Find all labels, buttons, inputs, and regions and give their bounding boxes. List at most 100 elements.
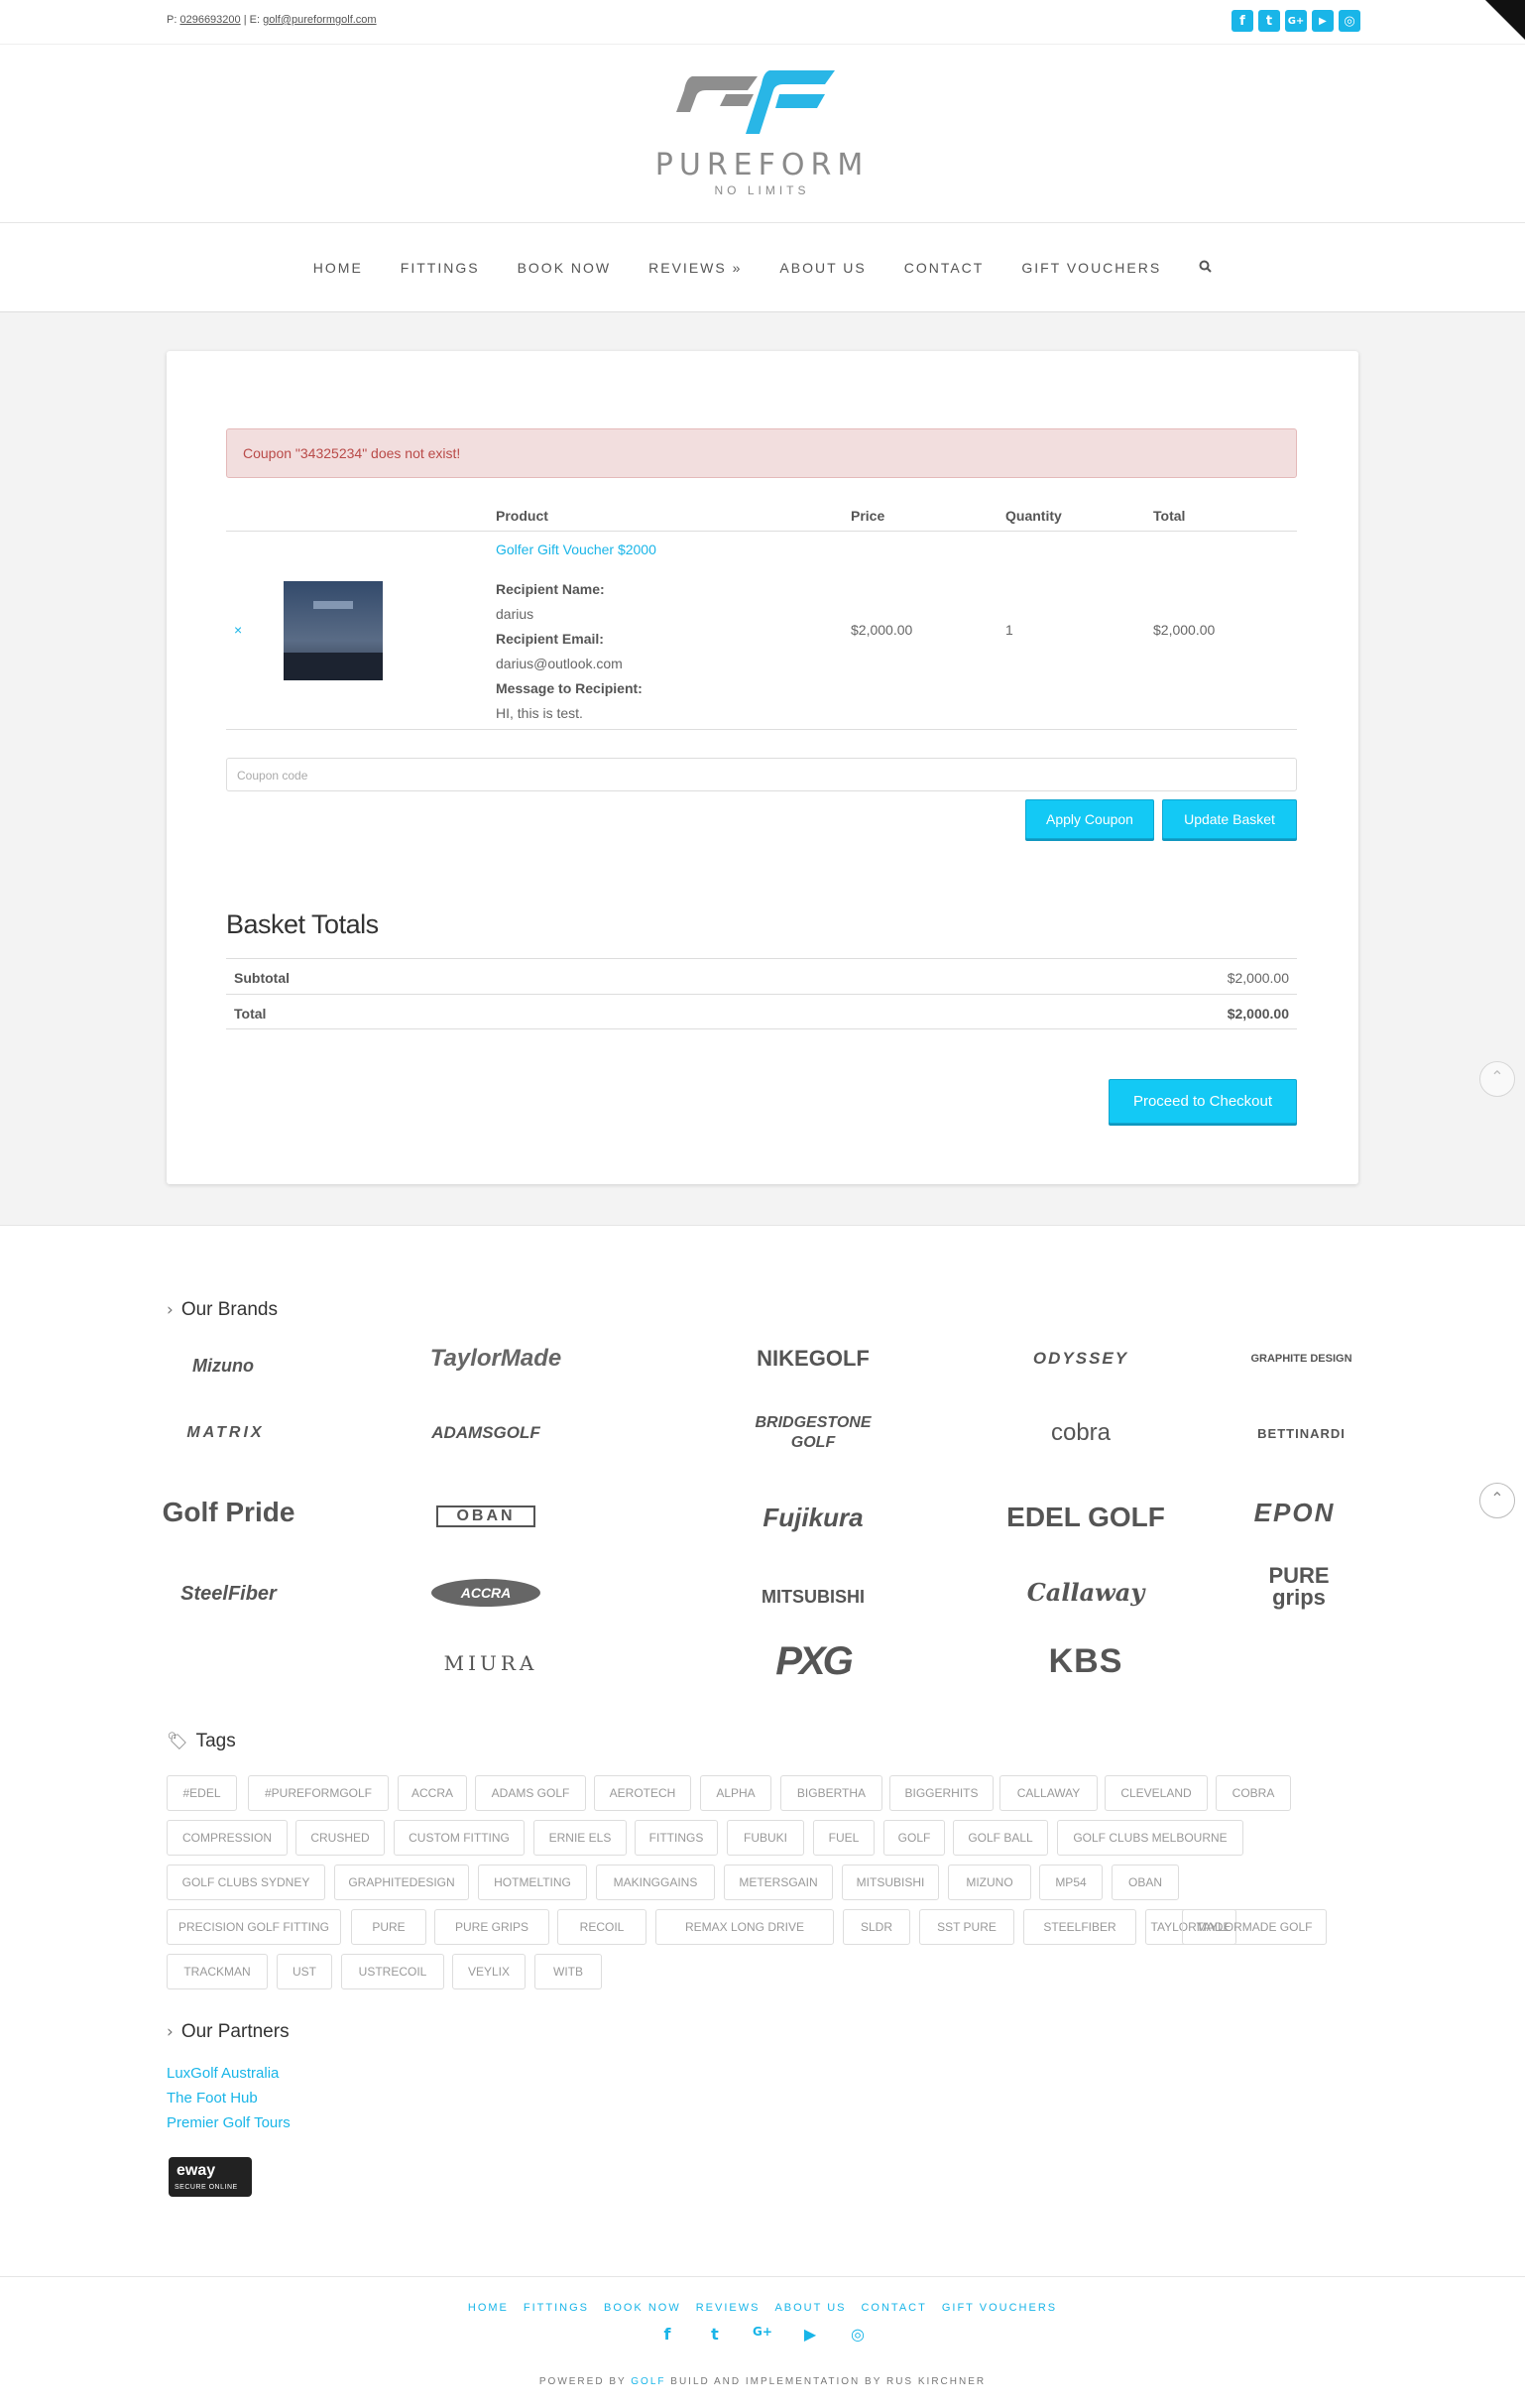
footer-nav-reviews[interactable]: REVIEWS [696, 2302, 761, 2314]
partner-link-premier-golf[interactable]: Premier Golf Tours [167, 2110, 291, 2135]
tag[interactable]: VEYLIX [452, 1954, 526, 1989]
brand-taylormade[interactable]: TaylorMade [407, 1334, 585, 1384]
twitter-icon[interactable]: t [705, 2325, 725, 2344]
brand-kbs[interactable]: KBS [1036, 1636, 1135, 1686]
proceed-to-checkout-button[interactable]: Proceed to Checkout [1109, 1079, 1297, 1124]
eway-secure-badge[interactable]: eway SECURE ONLINE [169, 2157, 252, 2197]
brand-odyssey[interactable]: ODYSSEY [1006, 1334, 1155, 1384]
nav-contact[interactable]: CONTACT [885, 260, 1003, 276]
brand-epon[interactable]: EPON [1228, 1488, 1361, 1537]
tag[interactable]: METERSGAIN [724, 1865, 833, 1900]
tag[interactable]: TRACKMAN [167, 1954, 268, 1989]
tag[interactable]: GOLF BALL [953, 1820, 1048, 1856]
youtube-icon[interactable]: ▶ [1312, 10, 1334, 32]
phone-link[interactable]: 0296693200 [179, 14, 240, 26]
tag[interactable]: STEELFIBER [1023, 1909, 1136, 1945]
tag[interactable]: SLDR [843, 1909, 910, 1945]
tag[interactable]: ALPHA [700, 1775, 771, 1811]
google-plus-icon[interactable]: G+ [1285, 10, 1307, 32]
tag[interactable]: REMAX LONG DRIVE [655, 1909, 834, 1945]
brand-edel[interactable]: EDEL GOLF [1006, 1493, 1165, 1542]
corner-toggle-icon[interactable] [1485, 0, 1525, 40]
facebook-icon[interactable]: f [657, 2325, 677, 2344]
nav-book-now[interactable]: BOOK NOW [499, 260, 631, 276]
brand-bettinardi[interactable]: BETTINARDI [1244, 1408, 1358, 1458]
tag[interactable]: ERNIE ELS [533, 1820, 627, 1856]
tag[interactable]: AEROTECH [594, 1775, 691, 1811]
tag[interactable]: BIGGERHITS [889, 1775, 994, 1811]
product-name-link[interactable]: Golfer Gift Voucher $2000 [496, 542, 656, 557]
partner-link-foot-hub[interactable]: The Foot Hub [167, 2086, 291, 2110]
footer-nav-contact[interactable]: CONTACT [861, 2302, 926, 2314]
google-plus-icon[interactable]: G+ [753, 2325, 772, 2344]
brand-steelfiber[interactable]: SteelFiber [167, 1569, 291, 1619]
brand-miura[interactable]: MIURA [426, 1638, 555, 1688]
tag[interactable]: ACCRA [398, 1775, 467, 1811]
scroll-top-icon-2[interactable]: ⌃ [1479, 1483, 1515, 1518]
instagram-icon[interactable]: ◎ [1339, 10, 1360, 32]
tag[interactable]: PURE GRIPS [434, 1909, 549, 1945]
nav-home[interactable]: HOME [294, 260, 382, 276]
footer-nav-about-us[interactable]: ABOUT US [774, 2302, 846, 2314]
update-basket-button[interactable]: Update Basket [1162, 799, 1297, 839]
tag[interactable]: COBRA [1216, 1775, 1291, 1811]
brand-pxg[interactable]: PXG [763, 1636, 863, 1686]
nav-about-us[interactable]: ABOUT US [761, 260, 884, 276]
tag[interactable]: CLEVELAND [1105, 1775, 1208, 1811]
brand-nikegolf[interactable]: NIKEGOLF [714, 1334, 912, 1384]
tag[interactable]: GOLF CLUBS SYDNEY [167, 1865, 325, 1900]
footer-nav-gift-vouchers[interactable]: GIFT VOUCHERS [942, 2302, 1057, 2314]
brand-accra[interactable]: ACCRA [431, 1579, 540, 1607]
tag[interactable]: MITSUBISHI [842, 1865, 939, 1900]
footer-nav-fittings[interactable]: FITTINGS [524, 2302, 589, 2314]
brand-oban[interactable]: OBAN [436, 1505, 535, 1527]
tag[interactable]: WITB [534, 1954, 602, 1989]
tag[interactable]: TAYLORMADE GOLF [1182, 1909, 1327, 1945]
instagram-icon[interactable]: ◎ [848, 2325, 868, 2344]
tag[interactable]: COMPRESSION [167, 1820, 288, 1856]
site-logo[interactable]: PUREFORM NO LIMITS [631, 66, 893, 205]
brand-matrix[interactable]: MATRIX [169, 1408, 283, 1458]
youtube-icon[interactable]: ▶ [800, 2325, 820, 2344]
brand-callaway[interactable]: Callaway [1026, 1567, 1145, 1617]
tag[interactable]: FUBUKI [727, 1820, 804, 1856]
tag[interactable]: GOLF CLUBS MELBOURNE [1057, 1820, 1243, 1856]
nav-reviews[interactable]: REVIEWS » [630, 260, 761, 276]
tag[interactable]: PURE [351, 1909, 426, 1945]
brand-cobra[interactable]: cobra [1016, 1408, 1145, 1458]
email-link[interactable]: golf@pureformgolf.com [263, 14, 377, 26]
tag[interactable]: PRECISION GOLF FITTING [167, 1909, 341, 1945]
tag[interactable]: CRUSHED [295, 1820, 385, 1856]
tag[interactable]: CUSTOM FITTING [394, 1820, 525, 1856]
tag[interactable]: MIZUNO [948, 1865, 1031, 1900]
remove-item-icon[interactable]: × [234, 622, 242, 638]
tag[interactable]: CALLAWAY [999, 1775, 1098, 1811]
tag[interactable]: MP54 [1039, 1865, 1103, 1900]
tag[interactable]: BIGBERTHA [780, 1775, 882, 1811]
tag[interactable]: USTRECOIL [341, 1954, 444, 1989]
partner-link-luxgolf[interactable]: LuxGolf Australia [167, 2061, 291, 2086]
brand-fujikura[interactable]: Fujikura [739, 1493, 887, 1542]
tag[interactable]: #PUREFORMGOLF [248, 1775, 389, 1811]
tag[interactable]: UST [277, 1954, 332, 1989]
tag[interactable]: OBAN [1112, 1865, 1179, 1900]
brand-adamsgolf[interactable]: ADAMSGOLF [407, 1408, 565, 1458]
facebook-icon[interactable]: f [1232, 10, 1253, 32]
apply-coupon-button[interactable]: Apply Coupon [1025, 799, 1154, 839]
brand-pure-grips[interactable]: PURE grips [1254, 1562, 1344, 1612]
twitter-icon[interactable]: t [1258, 10, 1280, 32]
tag[interactable]: #EDEL [167, 1775, 237, 1811]
tag[interactable]: FUEL [813, 1820, 875, 1856]
brand-mizuno[interactable]: Mizuno [169, 1341, 278, 1390]
brand-golf-pride[interactable]: Golf Pride [163, 1488, 295, 1537]
tag[interactable]: HOTMELTING [478, 1865, 587, 1900]
brand-graphite-design[interactable]: GRAPHITE DESIGN [1239, 1334, 1363, 1384]
nav-gift-vouchers[interactable]: GIFT VOUCHERS [1002, 260, 1180, 276]
search-icon[interactable] [1180, 260, 1231, 276]
brand-bridgestone[interactable]: BRIDGESTONE GOLF [739, 1408, 887, 1458]
footer-nav-book-now[interactable]: BOOK NOW [604, 2302, 681, 2314]
tag[interactable]: FITTINGS [635, 1820, 718, 1856]
coupon-input[interactable]: Coupon code [226, 758, 1297, 791]
tag[interactable]: MAKINGGAINS [596, 1865, 715, 1900]
tag[interactable]: GRAPHITEDESIGN [334, 1865, 469, 1900]
